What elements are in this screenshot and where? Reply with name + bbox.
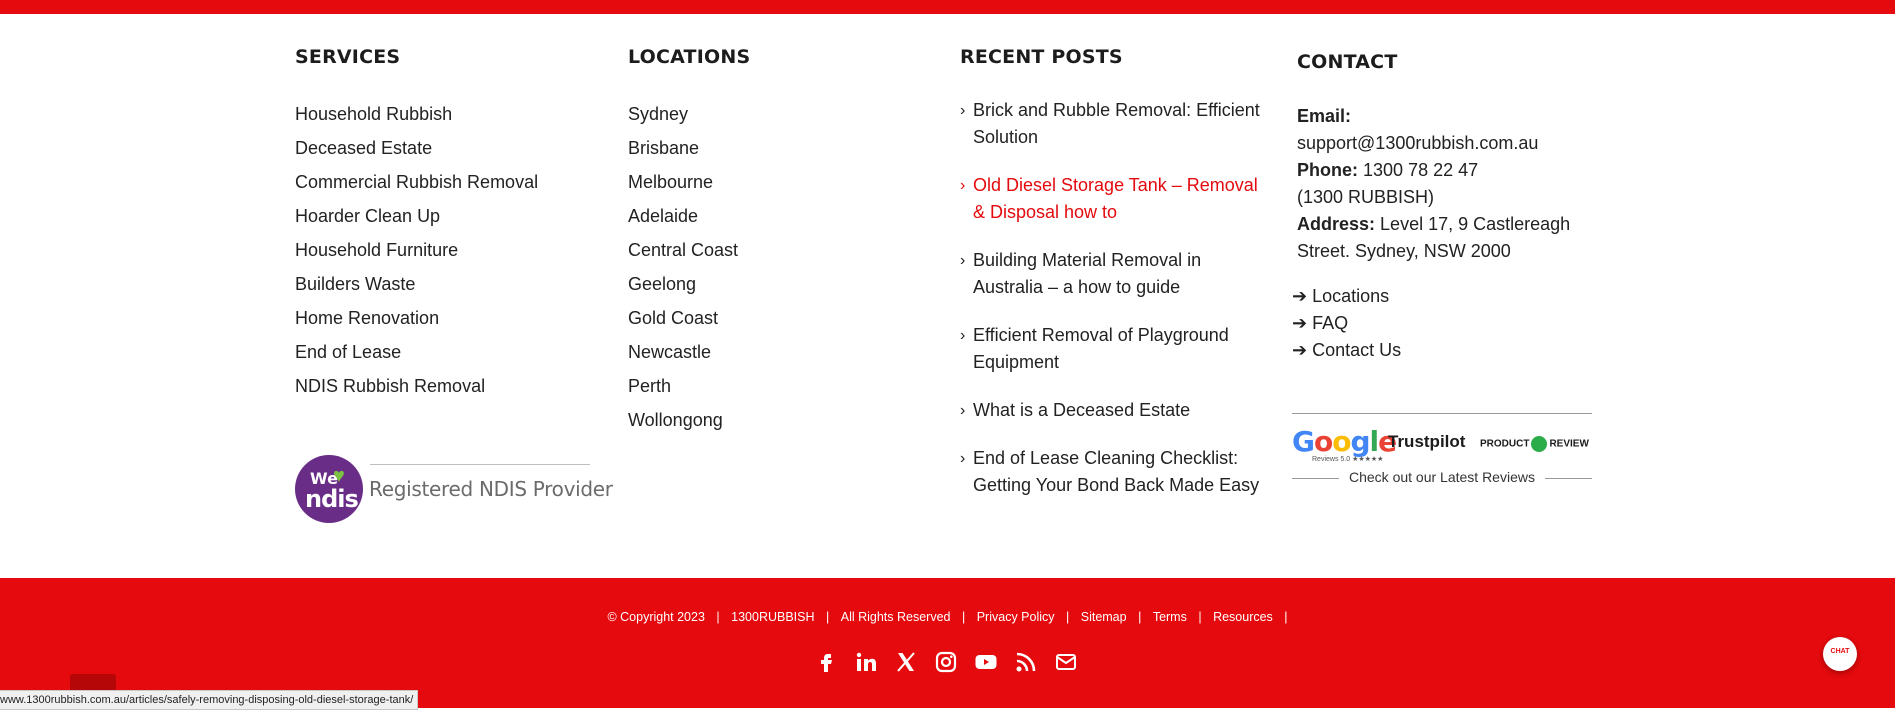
youtube-icon[interactable] xyxy=(972,648,1000,676)
email-label: Email: xyxy=(1297,106,1352,126)
location-link[interactable]: Adelaide xyxy=(628,199,738,233)
divider xyxy=(370,464,590,465)
location-link[interactable]: Melbourne xyxy=(628,165,738,199)
privacy-policy-link[interactable]: Privacy Policy xyxy=(977,610,1055,624)
separator: | xyxy=(826,610,830,624)
location-link[interactable]: Geelong xyxy=(628,267,738,301)
browser-status-url: www.1300rubbish.com.au/articles/safely-r… xyxy=(0,690,419,710)
location-link[interactable]: Perth xyxy=(628,369,738,403)
service-link[interactable]: End of Lease xyxy=(295,335,538,369)
service-link[interactable]: Builders Waste xyxy=(295,267,538,301)
footer-nav: © Copyright 2023 | 1300RUBBISH | All Rig… xyxy=(0,610,1895,624)
rss-icon[interactable] xyxy=(1012,648,1040,676)
phone-label: Phone: xyxy=(1297,160,1358,180)
arrow-right-icon: ➔ xyxy=(1292,313,1308,333)
separator: | xyxy=(961,610,966,624)
separator: | xyxy=(1198,610,1202,624)
service-link[interactable]: Home Renovation xyxy=(295,301,538,335)
facebook-icon[interactable] xyxy=(812,648,840,676)
top-red-bar xyxy=(0,0,1895,14)
location-link[interactable]: Brisbane xyxy=(628,131,738,165)
google-rating: Reviews 5.0 ★★★★★ xyxy=(1312,456,1384,463)
chevron-right-icon: › xyxy=(960,327,966,344)
google-reviews-logo: Google xyxy=(1292,425,1397,458)
phone-link[interactable]: 1300 78 22 47 xyxy=(1363,160,1478,180)
chevron-right-icon: › xyxy=(960,450,966,467)
recent-post-link[interactable]: › Building Material Removal in Australia… xyxy=(960,247,1260,301)
location-link[interactable]: Central Coast xyxy=(628,233,738,267)
service-link[interactable]: Household Furniture xyxy=(295,233,538,267)
scroll-tab[interactable] xyxy=(70,674,116,690)
brand-name: 1300RUBBISH xyxy=(731,610,815,624)
reviews-caption: Check out our Latest Reviews xyxy=(1292,469,1592,485)
recent-post-link[interactable]: › What is a Deceased Estate xyxy=(960,397,1260,424)
contact-heading: CONTACT xyxy=(1297,51,1398,73)
arrow-right-icon: ➔ xyxy=(1292,340,1308,360)
ndis-provider-badge: We ♥ ndis Registered NDIS Provider xyxy=(295,455,613,525)
divider xyxy=(1292,413,1592,414)
email-link[interactable]: support@1300rubbish.com.au xyxy=(1297,130,1597,157)
phone-alt: (1300 RUBBISH) xyxy=(1297,187,1435,207)
separator: | xyxy=(1138,610,1142,624)
trustpilot-logo: Trustpilot xyxy=(1388,432,1466,451)
service-link[interactable]: Household Rubbish xyxy=(295,97,538,131)
recent-posts-heading: RECENT POSTS xyxy=(960,46,1123,68)
instagram-icon[interactable] xyxy=(932,648,960,676)
services-list: Household Rubbish Deceased Estate Commer… xyxy=(295,97,538,403)
separator: | xyxy=(1066,610,1070,624)
service-link[interactable]: NDIS Rubbish Removal xyxy=(295,369,538,403)
contact-info: Email: support@1300rubbish.com.au Phone:… xyxy=(1297,103,1597,265)
service-link[interactable]: Commercial Rubbish Removal xyxy=(295,165,538,199)
separator: | xyxy=(716,610,720,624)
productreview-icon xyxy=(1531,436,1548,452)
chevron-right-icon: › xyxy=(960,252,966,269)
ndis-logo: We ♥ ndis xyxy=(295,455,363,523)
chevron-right-icon: › xyxy=(960,177,966,194)
chevron-right-icon: › xyxy=(960,402,966,419)
reviews-badges[interactable]: Google Reviews 5.0 ★★★★★ Trustpilot PROD… xyxy=(1292,413,1592,485)
recent-post-link-hovered[interactable]: › Old Diesel Storage Tank – Removal & Di… xyxy=(960,172,1260,226)
envelope-icon[interactable] xyxy=(1052,648,1080,676)
locations-heading: LOCATIONS xyxy=(628,46,751,68)
contact-links: ➔ Locations ➔ FAQ ➔ Contact Us xyxy=(1292,283,1401,364)
ndis-label: Registered NDIS Provider xyxy=(369,477,613,501)
resources-link[interactable]: Resources xyxy=(1213,610,1273,624)
chevron-right-icon: › xyxy=(960,102,966,119)
location-link[interactable]: Newcastle xyxy=(628,335,738,369)
address-label: Address: xyxy=(1297,214,1376,234)
productreview-logo: PRODUCT REVIEW xyxy=(1480,436,1589,452)
locations-link[interactable]: ➔ Locations xyxy=(1292,283,1401,310)
recent-post-link[interactable]: › Efficient Removal of Playground Equipm… xyxy=(960,322,1260,376)
terms-link[interactable]: Terms xyxy=(1153,610,1187,624)
linkedin-icon[interactable] xyxy=(852,648,880,676)
faq-link[interactable]: ➔ FAQ xyxy=(1292,310,1401,337)
service-link[interactable]: Deceased Estate xyxy=(295,131,538,165)
locations-list: Sydney Brisbane Melbourne Adelaide Centr… xyxy=(628,97,738,437)
copyright: © Copyright 2023 xyxy=(607,610,705,624)
chat-label: CHAT xyxy=(1830,648,1850,655)
x-twitter-icon[interactable] xyxy=(892,648,920,676)
service-link[interactable]: Hoarder Clean Up xyxy=(295,199,538,233)
contact-us-link[interactable]: ➔ Contact Us xyxy=(1292,337,1401,364)
sitemap-link[interactable]: Sitemap xyxy=(1081,610,1127,624)
location-link[interactable]: Gold Coast xyxy=(628,301,738,335)
recent-post-link[interactable]: › End of Lease Cleaning Checklist: Getti… xyxy=(960,445,1260,499)
services-heading: SERVICES xyxy=(295,46,401,68)
location-link[interactable]: Wollongong xyxy=(628,403,738,437)
chat-widget-button[interactable]: CHAT xyxy=(1823,637,1857,671)
footer-bar: © Copyright 2023 | 1300RUBBISH | All Rig… xyxy=(0,578,1895,708)
arrow-right-icon: ➔ xyxy=(1292,286,1308,306)
location-link[interactable]: Sydney xyxy=(628,97,738,131)
separator: | xyxy=(1284,610,1288,624)
recent-post-link[interactable]: › Brick and Rubble Removal: Efficient So… xyxy=(960,97,1260,151)
rights: All Rights Reserved xyxy=(840,610,951,624)
